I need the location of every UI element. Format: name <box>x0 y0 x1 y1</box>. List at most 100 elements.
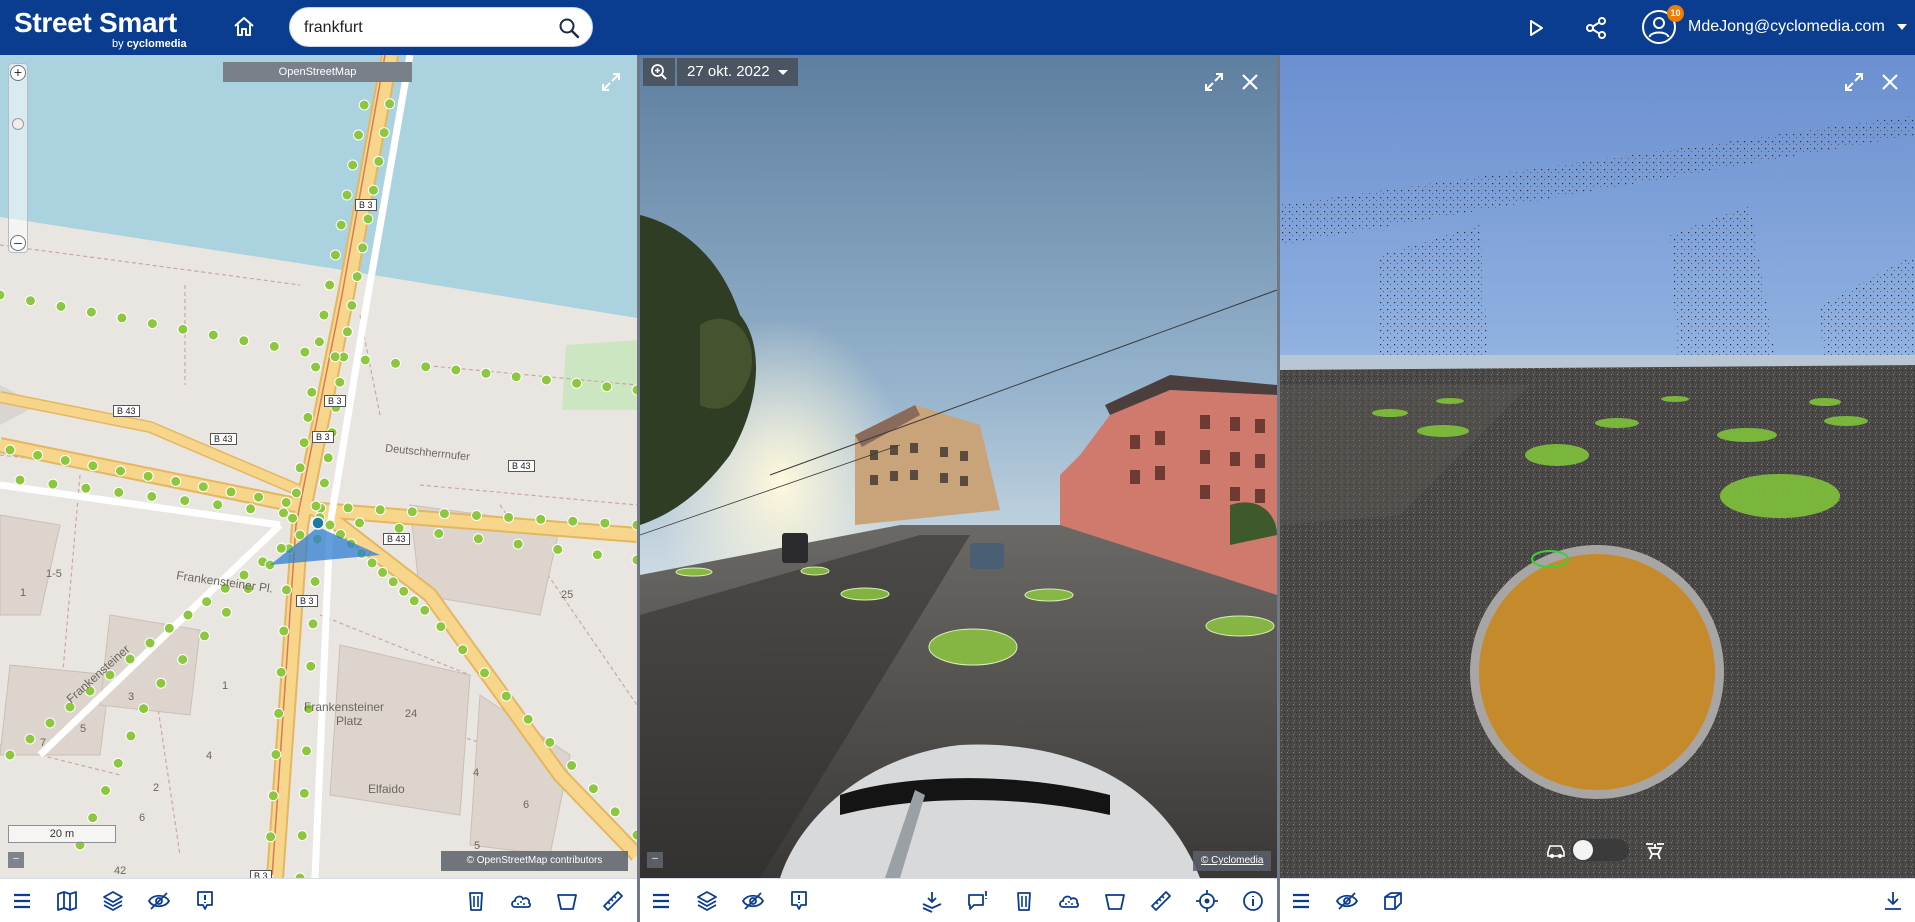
recording-dot[interactable] <box>112 757 124 769</box>
recording-dot[interactable] <box>144 637 156 649</box>
recording-dot[interactable] <box>472 533 484 545</box>
recording-dot[interactable] <box>146 318 158 330</box>
recording-dot[interactable] <box>25 295 36 307</box>
recording-dot[interactable] <box>324 519 336 531</box>
recording-dot[interactable] <box>398 585 410 597</box>
recording-dot[interactable] <box>142 470 154 482</box>
recording-dot[interactable] <box>609 806 621 818</box>
recording-dot[interactable] <box>341 326 353 338</box>
ruler-button[interactable] <box>600 888 626 914</box>
map-panel[interactable]: Deutschherrnufer Frankensteiner Pl. Fran… <box>0 55 637 878</box>
recording-dot[interactable] <box>471 510 482 521</box>
recording-dot[interactable] <box>435 621 447 633</box>
recording-dot[interactable] <box>177 654 189 665</box>
user-menu[interactable]: 10 MdeJong@cyclomedia.com <box>1640 5 1907 49</box>
search-icon[interactable] <box>558 17 580 39</box>
recording-dot[interactable] <box>32 449 44 461</box>
recording-dot[interactable] <box>387 576 399 588</box>
recording-dot[interactable] <box>322 452 334 464</box>
hide-overlay-button[interactable] <box>1334 888 1360 914</box>
recording-dot[interactable] <box>4 444 16 456</box>
recording-dot[interactable] <box>342 502 354 514</box>
recording-dot[interactable] <box>310 500 322 512</box>
map-menu-button[interactable] <box>9 888 35 914</box>
recording-dot[interactable] <box>59 455 71 466</box>
recording-dot[interactable] <box>115 465 126 477</box>
download-button[interactable] <box>1880 888 1906 914</box>
recording-dot[interactable] <box>14 474 26 486</box>
point-cloud-view[interactable] <box>1280 55 1915 878</box>
close-panorama-button[interactable] <box>1237 69 1263 95</box>
recording-dot[interactable] <box>510 371 522 383</box>
recording-dot[interactable] <box>24 733 36 745</box>
recording-dot[interactable] <box>278 625 290 637</box>
recording-dot[interactable] <box>408 595 420 607</box>
recording-dot[interactable] <box>296 830 308 842</box>
recording-dot[interactable] <box>4 749 16 761</box>
recording-dot[interactable] <box>197 481 209 493</box>
recording-dot[interactable] <box>480 367 492 379</box>
recording-dot[interactable] <box>358 99 370 111</box>
recording-dot[interactable] <box>438 508 450 520</box>
recording-dot[interactable] <box>220 606 232 618</box>
zoom-in-button[interactable]: + <box>10 65 26 81</box>
recording-dot[interactable] <box>275 542 287 554</box>
recording-dot[interactable] <box>544 736 556 748</box>
photo-zoom-button[interactable] <box>643 58 675 86</box>
recording-dot[interactable] <box>298 787 310 799</box>
recording-dot[interactable] <box>599 517 611 529</box>
recording-dot[interactable] <box>177 323 189 335</box>
recording-dot[interactable] <box>301 745 312 757</box>
recording-dot[interactable] <box>366 557 378 569</box>
recording-dot[interactable] <box>390 357 401 369</box>
recording-dot[interactable] <box>571 377 583 389</box>
hide-overlay-button[interactable] <box>740 888 766 914</box>
ruler-button[interactable] <box>1148 888 1174 914</box>
view-mode-switch[interactable] <box>1571 839 1629 861</box>
recording-dot[interactable] <box>341 189 353 201</box>
comment-button[interactable] <box>965 888 991 914</box>
recording-dot[interactable] <box>406 506 418 518</box>
recording-dot[interactable] <box>170 475 182 487</box>
layers-button[interactable] <box>100 888 126 914</box>
overlay-measure-button[interactable] <box>919 888 945 914</box>
play-button[interactable] <box>1520 12 1552 44</box>
recording-dot[interactable] <box>125 730 137 742</box>
recording-dot[interactable] <box>199 630 210 642</box>
recording-dot[interactable] <box>503 511 515 523</box>
recording-dot[interactable] <box>267 790 279 802</box>
recording-dot[interactable] <box>318 477 330 489</box>
recording-dot[interactable] <box>329 351 341 363</box>
recording-dot[interactable] <box>44 717 56 729</box>
recording-dot[interactable] <box>225 486 237 498</box>
recording-dot[interactable] <box>540 374 552 386</box>
recording-dot[interactable] <box>335 219 347 231</box>
recording-dot[interactable] <box>354 517 365 529</box>
area-measure-button[interactable] <box>554 888 580 914</box>
recording-dot[interactable] <box>294 462 306 474</box>
app-logo[interactable]: Street Smart by cyclomedia <box>14 9 187 51</box>
recording-dot[interactable] <box>353 129 364 141</box>
recording-dot[interactable] <box>373 155 385 167</box>
close-point-cloud-button[interactable] <box>1877 69 1903 95</box>
recording-date-dropdown[interactable]: 27 okt. 2022 <box>677 58 798 86</box>
point-cloud-button[interactable] <box>508 888 534 914</box>
recording-dot[interactable] <box>359 354 371 366</box>
recording-dot[interactable] <box>309 576 321 587</box>
panorama-panel[interactable]: 27 okt. 2022 – © Cyclomedia <box>640 55 1277 878</box>
recording-dot[interactable] <box>450 364 462 376</box>
delete-button[interactable] <box>1011 888 1037 914</box>
recording-dot[interactable] <box>299 346 311 358</box>
recording-dot[interactable] <box>357 242 369 254</box>
recording-dot[interactable] <box>362 213 374 225</box>
recording-dot[interactable] <box>87 812 99 824</box>
recording-dot[interactable] <box>566 760 578 771</box>
recording-dot[interactable] <box>0 289 6 301</box>
recording-dot[interactable] <box>346 299 358 311</box>
recording-dot[interactable] <box>420 361 432 373</box>
recording-dot[interactable] <box>113 486 125 498</box>
recording-dot[interactable] <box>512 538 524 550</box>
recording-dot[interactable] <box>268 340 280 352</box>
map-canvas[interactable] <box>0 55 637 878</box>
minimize-button[interactable]: – <box>647 852 663 868</box>
